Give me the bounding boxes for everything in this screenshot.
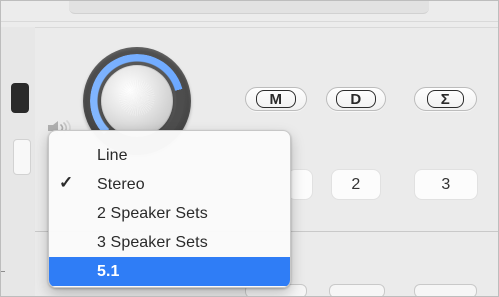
checkmark-icon: ✓ (59, 173, 74, 192)
left-rail (1, 27, 36, 296)
menu-item-label: Stereo (97, 175, 145, 193)
channel-count-2[interactable]: 2 (331, 169, 381, 200)
left-dark-tab (11, 83, 29, 113)
menu-item-5-1[interactable]: 5.1 (49, 257, 290, 286)
menu-item-stereo[interactable]: ✓ Stereo (49, 170, 290, 199)
mono-button-label: M (255, 90, 297, 108)
menu-item-3-speaker-sets[interactable]: 3 Speaker Sets (49, 228, 290, 257)
left-white-tab[interactable] (13, 139, 31, 175)
top-strip (1, 1, 498, 22)
menu-item-label: 5.1 (97, 262, 120, 280)
sigma-button[interactable]: Σ (414, 87, 477, 111)
menu-item-label: 2 Speaker Sets (97, 204, 208, 222)
sigma-button-label: Σ (426, 90, 465, 108)
top-inner-bar (69, 1, 429, 14)
knob-cap (101, 65, 173, 137)
channel-count-3[interactable]: 3 (414, 169, 478, 200)
menu-item-2-speaker-sets[interactable]: 2 Speaker Sets (49, 199, 290, 228)
audio-panel-screenshot: M D Σ 1 2 3 Line ✓ Stereo 2 Speaker Sets… (0, 0, 499, 297)
menu-item-label: 3 Speaker Sets (97, 233, 208, 251)
next-sigma-button[interactable] (414, 284, 477, 296)
menu-item-line[interactable]: Line (49, 141, 290, 170)
menu-item-label: Line (97, 146, 128, 164)
d-button-label: D (336, 90, 376, 108)
output-mode-menu[interactable]: Line ✓ Stereo 2 Speaker Sets 3 Speaker S… (48, 130, 291, 288)
d-button[interactable]: D (326, 87, 386, 111)
next-d-button[interactable] (329, 284, 385, 296)
mono-button[interactable]: M (245, 87, 307, 111)
left-edge-mark (1, 271, 5, 272)
